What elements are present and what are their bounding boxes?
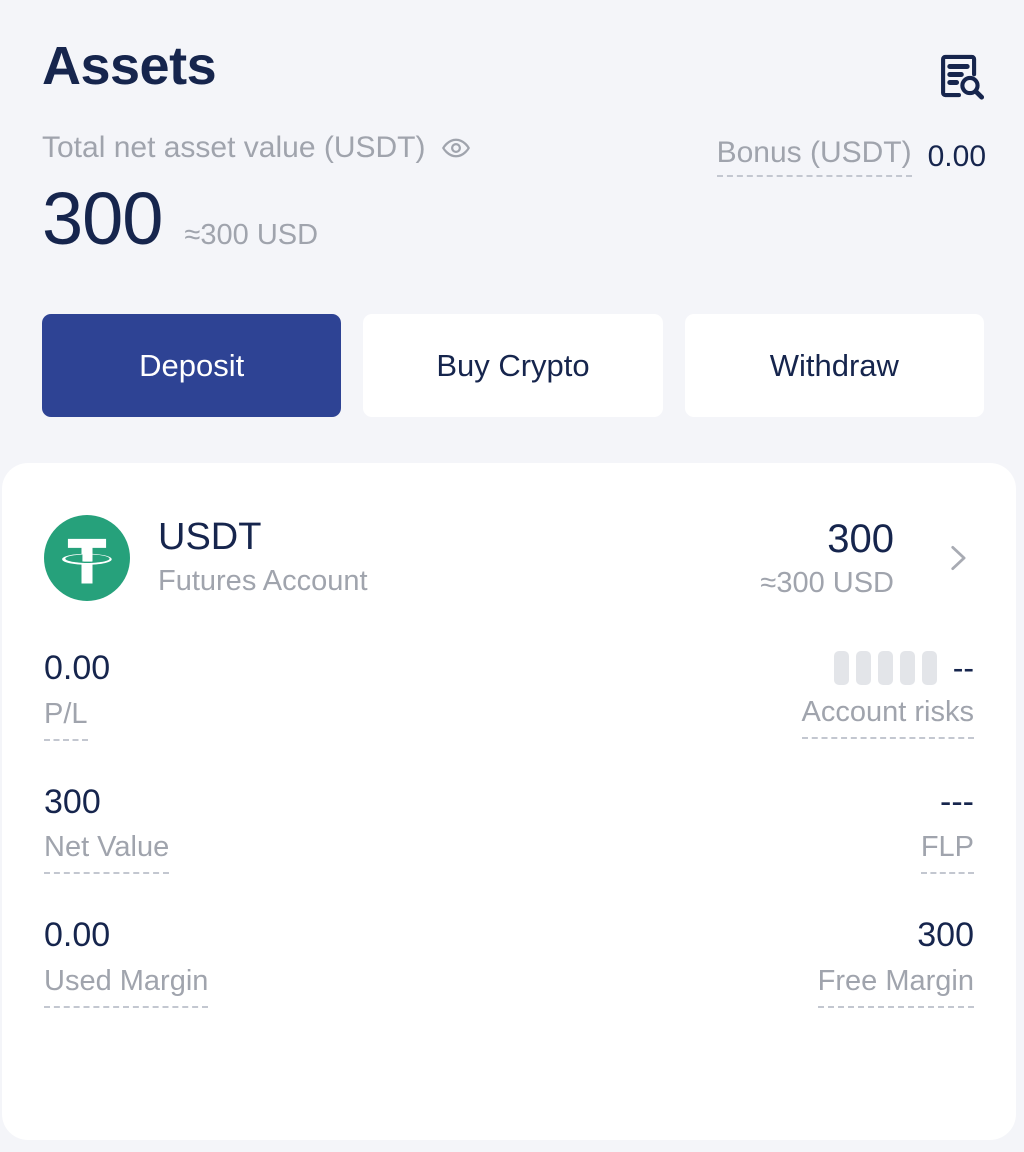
total-balance-amount-row: 300 ≈300 USD: [42, 182, 471, 256]
bonus-block[interactable]: Bonus (USDT) 0.00: [716, 130, 986, 177]
risk-bar: [921, 651, 937, 685]
bonus-value: 0.00: [927, 139, 986, 173]
flp-label[interactable]: FLP: [920, 831, 974, 875]
risk-bar: [855, 651, 871, 685]
total-balance-label-row: Total net asset value (USDT): [42, 130, 471, 166]
stat-used-margin: 0.00 Used Margin: [44, 916, 209, 1008]
assets-screen: Assets Total net asset value (USDT) 300 …: [0, 0, 1024, 1152]
risk-bar: [877, 651, 893, 685]
eye-icon[interactable]: [441, 133, 471, 163]
asset-names: USDT Futures Account: [158, 516, 732, 598]
stat-flp: --- FLP: [920, 782, 974, 875]
asset-amount: 300: [827, 516, 894, 561]
buy-crypto-button[interactable]: Buy Crypto: [363, 314, 663, 417]
page-title: Assets: [42, 36, 217, 96]
chevron-right-icon[interactable]: [940, 541, 974, 575]
risk-bar: [833, 651, 849, 685]
asset-account-type: Futures Account: [158, 565, 368, 597]
header: Assets: [0, 0, 1024, 130]
total-balance-amount: 300: [42, 177, 163, 260]
deposit-button[interactable]: Deposit: [42, 314, 342, 417]
stat-row-margins: 0.00 Used Margin 300 Free Margin: [44, 916, 974, 1008]
balance-section: Total net asset value (USDT) 300 ≈300 US…: [0, 130, 1024, 256]
total-balance-block: Total net asset value (USDT) 300 ≈300 US…: [42, 130, 471, 256]
stat-pl: 0.00 P/L: [44, 649, 111, 741]
total-balance-label: Total net asset value (USDT): [42, 131, 426, 164]
stat-free-margin: 300 Free Margin: [817, 916, 974, 1008]
free-margin-label[interactable]: Free Margin: [817, 965, 974, 1008]
account-risks-label[interactable]: Account risks: [801, 696, 974, 739]
action-buttons: Deposit Buy Crypto Withdraw: [0, 256, 1024, 417]
pl-value: 0.00: [44, 649, 111, 687]
stat-net-value: 300 Net Value: [44, 782, 170, 875]
net-value-value: 300: [44, 782, 101, 821]
risk-meter: --: [833, 650, 974, 686]
used-margin-label[interactable]: Used Margin: [44, 965, 209, 1008]
stat-row-pl-risk: 0.00 P/L -- Account risks: [44, 649, 974, 741]
net-value-label[interactable]: Net Value: [44, 831, 170, 875]
flp-value: ---: [940, 782, 974, 821]
total-balance-approx: ≈300 USD: [184, 219, 319, 251]
document-search-icon[interactable]: [934, 50, 986, 102]
risk-bars: [833, 651, 937, 685]
risk-bar: [899, 651, 915, 685]
risk-value: --: [952, 650, 974, 686]
withdraw-button[interactable]: Withdraw: [684, 314, 984, 417]
asset-row-usdt[interactable]: USDT Futures Account 300 ≈300 USD: [44, 515, 974, 601]
tether-usdt-icon: [44, 515, 130, 601]
asset-symbol: USDT: [158, 516, 262, 559]
used-margin-value: 0.00: [44, 916, 111, 955]
pl-label[interactable]: P/L: [44, 698, 88, 741]
stat-row-netvalue-flp: 300 Net Value --- FLP: [44, 782, 974, 875]
asset-stats: 0.00 P/L -- Account risks 300 Net Value …: [44, 649, 974, 1008]
free-margin-value: 300: [917, 916, 974, 955]
bonus-label[interactable]: Bonus (USDT): [716, 136, 912, 177]
asset-values: 300 ≈300 USD: [760, 519, 894, 598]
asset-approx: ≈300 USD: [760, 566, 894, 599]
asset-card: USDT Futures Account 300 ≈300 USD 0.00 P…: [2, 463, 1016, 1140]
stat-account-risks: -- Account risks: [801, 650, 974, 739]
